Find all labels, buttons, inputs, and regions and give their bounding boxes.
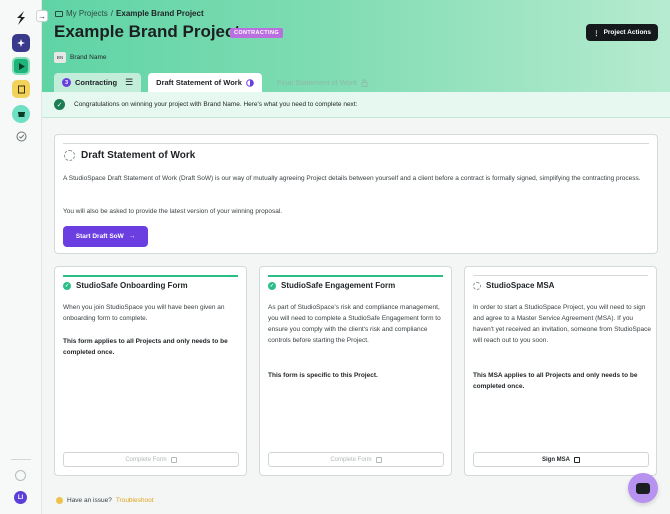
engagement-form-card: ✓ StudioSafe Engagement Form As part of … xyxy=(259,266,452,476)
tab-label: Draft Statement of Work xyxy=(156,78,242,87)
onboarding-form-card: ✓ StudioSafe Onboarding Form When you jo… xyxy=(54,266,247,476)
status-badge: CONTRACTING xyxy=(230,28,284,38)
card-title: StudioSpace MSA xyxy=(486,281,555,290)
msa-card: StudioSpace MSA In order to start a Stud… xyxy=(464,266,657,476)
store-icon[interactable] xyxy=(12,105,30,123)
sidebar-collapse-toggle-icon[interactable]: → xyxy=(36,10,48,22)
tab-label: Contracting xyxy=(75,78,118,87)
card-heading: ✓ StudioSafe Onboarding Form xyxy=(63,281,188,290)
footer-help: Have an issue? Troubleshoot xyxy=(56,497,154,504)
breadcrumb-parent[interactable]: My Projects xyxy=(66,9,108,18)
complete-bar xyxy=(63,275,238,277)
chat-icon xyxy=(636,482,650,494)
card-description: In order to start a StudioSpace Project,… xyxy=(473,304,651,344)
in-progress-icon xyxy=(473,281,481,290)
card-description: As part of StudioSpace's risk and compli… xyxy=(268,304,441,344)
card-title: StudioSafe Engagement Form xyxy=(281,281,396,290)
congrats-banner: ✓ Congratulations on winning your projec… xyxy=(42,92,670,118)
troubleshoot-link[interactable]: Troubleshoot xyxy=(116,497,154,504)
tasks-check-icon[interactable] xyxy=(12,127,30,145)
button-label: Start Draft SoW xyxy=(75,233,124,240)
breadcrumb-separator: / xyxy=(110,9,114,18)
sidebar: LI xyxy=(0,0,42,514)
card-description: When you join StudioSpace you will have … xyxy=(63,304,225,322)
chat-support-button[interactable] xyxy=(628,473,658,503)
tab-label: Final Statement of Work xyxy=(276,78,358,87)
complete-form-button: Complete Form xyxy=(268,452,444,467)
arrow-right-icon: → xyxy=(128,233,136,240)
page-title: Example Brand Project xyxy=(54,22,241,41)
card-heading: Draft Statement of Work xyxy=(64,150,195,161)
card-description: A StudioSpace Draft Statement of Work (D… xyxy=(63,175,641,182)
sidebar-divider xyxy=(11,459,31,460)
draft-sow-card: Draft Statement of Work A StudioSpace Dr… xyxy=(54,134,658,254)
stage-number: 3 xyxy=(62,78,71,87)
brand-logo: BN xyxy=(54,52,66,63)
card-divider xyxy=(63,143,649,144)
projects-icon[interactable] xyxy=(12,57,30,75)
project-actions-button[interactable]: ⋮ Project Actions xyxy=(586,24,658,41)
check-icon: ✓ xyxy=(63,281,71,290)
tab-contracting[interactable]: 3 Contracting ☰ xyxy=(54,73,142,92)
sign-msa-button[interactable]: Sign MSA xyxy=(473,452,649,467)
progress-half-icon xyxy=(246,78,254,87)
button-label: Complete Form xyxy=(330,456,372,463)
help-icon[interactable] xyxy=(15,470,26,481)
card-title: Draft Statement of Work xyxy=(81,150,196,161)
card-title: StudioSafe Onboarding Form xyxy=(76,281,188,290)
brand-info: BN Brand Name xyxy=(54,52,107,63)
footer-question: Have an issue? xyxy=(67,497,112,504)
external-link-icon xyxy=(574,456,580,463)
card-note: You will also be asked to provide the la… xyxy=(63,208,283,215)
start-draft-sow-button[interactable]: Start Draft SoW → xyxy=(63,226,148,247)
button-label: Sign MSA xyxy=(542,456,570,463)
tab-draft-sow[interactable]: Draft Statement of Work xyxy=(148,73,262,92)
folder-icon xyxy=(55,10,63,17)
brand-name: Brand Name xyxy=(70,54,107,61)
card-note: This form applies to all Projects and on… xyxy=(63,338,228,356)
button-label: Complete Form xyxy=(125,456,167,463)
breadcrumb: My Projects / Example Brand Project xyxy=(55,9,204,18)
menu-icon[interactable]: ☰ xyxy=(125,77,133,88)
lock-icon xyxy=(361,78,368,87)
project-actions-label: Project Actions xyxy=(603,29,651,36)
check-icon: ✓ xyxy=(268,281,276,290)
studiospace-logo-icon[interactable] xyxy=(13,10,29,26)
card-heading: StudioSpace MSA xyxy=(473,281,554,290)
complete-form-button: Complete Form xyxy=(63,452,239,467)
explore-icon[interactable] xyxy=(12,34,30,52)
card-note: This form is specific to this Project. xyxy=(268,372,378,379)
stage-tabs: 3 Contracting ☰ Draft Statement of Work … xyxy=(54,73,376,92)
external-link-icon xyxy=(170,456,177,463)
pending-bar xyxy=(473,275,648,276)
avatar[interactable]: LI xyxy=(14,491,27,504)
tab-final-sow: Final Statement of Work xyxy=(269,73,376,92)
complete-bar xyxy=(268,275,443,277)
kebab-icon: ⋮ xyxy=(593,29,600,37)
card-heading: ✓ StudioSafe Engagement Form xyxy=(268,281,395,290)
in-progress-icon xyxy=(64,150,75,161)
warning-icon xyxy=(56,497,63,504)
notes-icon[interactable] xyxy=(12,80,30,98)
breadcrumb-current: Example Brand Project xyxy=(116,9,204,18)
banner-text: Congratulations on winning your project … xyxy=(74,101,358,108)
external-link-icon xyxy=(375,456,382,463)
check-circle-icon: ✓ xyxy=(54,99,65,110)
card-note: This MSA applies to all Projects and onl… xyxy=(473,372,638,390)
